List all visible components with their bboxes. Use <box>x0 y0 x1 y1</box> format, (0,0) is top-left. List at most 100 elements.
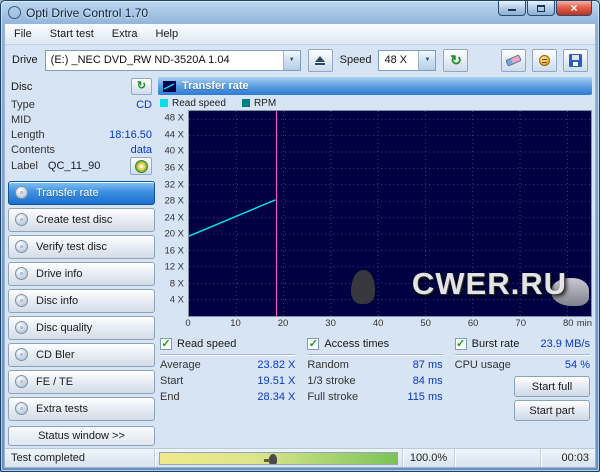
row-label: Full stroke <box>307 391 359 403</box>
menu-help[interactable]: Help <box>146 24 187 44</box>
burst-rate-checkbox[interactable] <box>454 338 467 350</box>
disc-icon <box>15 321 28 334</box>
x-axis-unit: min <box>576 318 592 329</box>
drive-select[interactable]: (E:) _NEC DVD_RW ND-3520A 1.04 <box>44 49 301 71</box>
burst-rate-head: Burst rate 23.9 MB/s <box>454 337 590 355</box>
y-tick-label: 16 X <box>164 245 184 257</box>
disc-icon <box>15 267 28 280</box>
y-tick-label: 44 X <box>164 129 184 141</box>
nav-disc-info[interactable]: Disc info <box>8 288 155 313</box>
access-times-checkbox[interactable] <box>307 338 320 350</box>
field-contents-value: data <box>130 143 152 156</box>
statusbar: Test completed 100.0% 00:03 <box>5 448 595 467</box>
drive-label: Drive <box>12 54 38 66</box>
field-contents: Contents data <box>11 142 152 157</box>
field-label-value: QC_11_90 <box>47 160 101 172</box>
read-speed-head: Read speed <box>160 337 296 355</box>
titlebar[interactable]: Opti Drive Control 1.70 <box>4 1 596 24</box>
erase-disc-button[interactable] <box>501 48 526 72</box>
read-speed-checkbox[interactable] <box>160 338 172 350</box>
x-tick-label: 80 <box>562 318 574 329</box>
field-label: Label QC_11_90 <box>11 157 152 175</box>
disc-refresh-button[interactable] <box>131 78 152 95</box>
row-value: 23.82 X <box>257 359 296 371</box>
nav-label: Drive info <box>36 267 83 280</box>
menu-start-test[interactable]: Start test <box>41 24 103 44</box>
menu-extra[interactable]: Extra <box>103 24 147 44</box>
start-part-button[interactable]: Start part <box>513 400 590 421</box>
read-speed-title: Read speed <box>177 338 237 350</box>
read-speed-results: Read speed Average 23.82 X Start 19.51 X… <box>160 337 296 446</box>
caption-buttons <box>497 1 592 16</box>
nav-transfer-rate[interactable]: Transfer rate <box>8 180 155 205</box>
y-tick-label: 40 X <box>164 145 184 157</box>
field-type-value: CD <box>136 98 152 111</box>
results-section: Read speed Average 23.82 X Start 19.51 X… <box>158 331 592 446</box>
y-tick-label: 4 X <box>169 294 184 306</box>
y-tick-label: 32 X <box>164 179 184 191</box>
nav-disc-quality[interactable]: Disc quality <box>8 315 155 340</box>
refresh-icon <box>137 81 146 92</box>
y-tick-label: 8 X <box>169 278 184 290</box>
speed-select[interactable]: 48 X <box>378 49 437 71</box>
eject-button[interactable] <box>307 48 333 72</box>
legend-label: RPM <box>253 97 277 109</box>
result-row: Start 19.51 X <box>160 371 295 387</box>
burst-rate-title: Burst rate <box>471 338 520 350</box>
result-row: Random 87 ms <box>307 355 442 371</box>
sidebar: Disc Type CD MID Length 18:16.50 <box>8 77 155 446</box>
app-window: Opti Drive Control 1.70 File Start test … <box>0 0 600 472</box>
chevron-down-icon[interactable] <box>418 50 436 70</box>
nav-drive-info[interactable]: Drive info <box>8 261 155 286</box>
field-mid: MID <box>11 112 152 127</box>
disc-label-button[interactable] <box>130 157 152 175</box>
access-times-results: Access times Random 87 ms 1/3 stroke 84 … <box>307 337 443 446</box>
nav-label: Verify test disc <box>36 240 107 253</box>
field-length: Length 18:16.50 <box>11 127 152 142</box>
menu-file[interactable]: File <box>5 24 41 44</box>
transfer-rate-header: Transfer rate <box>158 77 592 95</box>
disc-fields: Type CD MID Length 18:16.50 Contents dat… <box>8 96 155 177</box>
nav-label: Transfer rate <box>36 186 99 199</box>
result-row: 1/3 stroke 84 ms <box>307 371 442 387</box>
window-title: Opti Drive Control 1.70 <box>26 5 149 20</box>
field-length-label: Length <box>11 128 45 141</box>
start-full-label: Start full <box>531 380 573 393</box>
start-full-button[interactable]: Start full <box>513 376 590 397</box>
legend-rpm: RPM <box>241 97 277 109</box>
refresh-speeds-button[interactable] <box>443 48 469 72</box>
content-area: Disc Type CD MID Length 18:16.50 <box>5 75 595 448</box>
progress-percent: 100.0% <box>403 449 455 467</box>
legend-read-speed: Read speed <box>160 98 226 109</box>
minimize-button[interactable] <box>498 1 526 16</box>
speed-label: Speed <box>339 54 372 66</box>
y-tick-label: 28 X <box>164 195 184 207</box>
main-panel: Transfer rate Read speed RPM 4 X 8 X 12 X 1… <box>158 77 592 446</box>
nav-cd-bler[interactable]: CD Bler <box>8 342 155 367</box>
maximize-icon <box>537 4 545 12</box>
burst-rate-value: 23.9 MB/s <box>540 338 590 350</box>
menubar: File Start test Extra Help <box>5 24 595 45</box>
chart-area: 4 X 8 X 12 X 16 X 20 X 24 X 28 X 32 X 36 X 40 X 44… <box>158 110 592 317</box>
nav-extra-tests[interactable]: Extra tests <box>8 396 155 421</box>
disc-icon <box>15 375 28 388</box>
status-window-label: Status window >> <box>38 430 125 442</box>
watermark: CWER.RU <box>411 266 567 301</box>
nav-verify-test-disc[interactable]: Verify test disc <box>8 234 155 259</box>
x-tick-label: 40 <box>372 318 384 329</box>
start-part-label: Start part <box>529 404 575 417</box>
status-window-button[interactable]: Status window >> <box>8 426 155 446</box>
x-tick-label: 50 <box>420 318 431 329</box>
window-body: File Start test Extra Help Drive (E:) _N… <box>4 24 596 468</box>
field-type-label: Type <box>11 98 35 111</box>
bug-report-button[interactable] <box>532 48 557 72</box>
disc-icon <box>15 294 28 307</box>
close-button[interactable] <box>556 1 592 16</box>
save-results-button[interactable] <box>563 48 588 72</box>
app-icon <box>8 6 21 19</box>
nav-fe-te[interactable]: FE / TE <box>8 369 155 394</box>
chevron-down-icon[interactable] <box>282 50 300 70</box>
maximize-button[interactable] <box>527 1 555 16</box>
nav-create-test-disc[interactable]: Create test disc <box>8 207 155 232</box>
y-tick-label: 24 X <box>164 212 184 224</box>
